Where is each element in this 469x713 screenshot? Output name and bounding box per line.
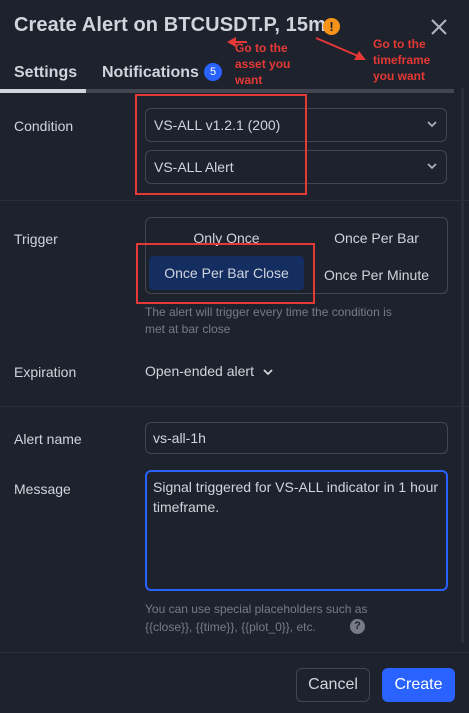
section-divider <box>0 406 469 407</box>
alert-name-input[interactable]: vs-all-1h <box>145 422 448 454</box>
tab-active-indicator <box>0 89 86 93</box>
section-divider <box>0 200 469 201</box>
alert-name-label: Alert name <box>14 431 82 447</box>
annotation-asset-text: Go to the asset you want <box>235 41 291 87</box>
trigger-option-once-per-bar[interactable]: Once Per Bar <box>304 230 449 246</box>
expiration-label: Expiration <box>14 364 77 380</box>
annotation-timeframe-text: Go to the timeframe you want <box>373 37 431 83</box>
trigger-hint-line-1: The alert will trigger every time the co… <box>145 305 392 319</box>
trigger-option-once-per-minute[interactable]: Once Per Minute <box>304 267 449 283</box>
annotation-arrow-timeframe <box>315 37 366 60</box>
chevron-down-icon <box>262 364 274 380</box>
annotation-trigger-box <box>136 243 315 304</box>
annotation-condition-box <box>135 94 307 195</box>
expiration-dropdown[interactable]: Open-ended alert <box>145 363 274 380</box>
condition-label: Condition <box>14 118 74 134</box>
scrollbar[interactable] <box>461 88 464 643</box>
trigger-label: Trigger <box>14 231 58 247</box>
close-icon[interactable] <box>428 16 450 38</box>
help-icon[interactable]: ? <box>350 619 365 634</box>
message-label: Message <box>14 481 71 497</box>
cancel-button[interactable]: Cancel <box>296 668 370 702</box>
notifications-count-badge: 5 <box>204 63 222 81</box>
footer-divider <box>0 652 469 653</box>
chevron-down-icon <box>426 151 438 195</box>
tab-settings[interactable]: Settings <box>14 64 77 82</box>
message-hint-line-1: You can use special placeholders such as <box>145 602 368 616</box>
chevron-down-icon <box>426 109 438 153</box>
message-textarea[interactable]: Signal triggered for VS-ALL indicator in… <box>145 470 448 591</box>
create-button[interactable]: Create <box>382 668 455 702</box>
tab-notifications[interactable]: Notifications <box>102 64 199 82</box>
warning-icon[interactable]: ! <box>323 18 340 35</box>
message-hint-line-2: {{close}}, {{time}}, {{plot_0}}, etc. <box>145 620 316 634</box>
expiration-value: Open-ended alert <box>145 363 254 379</box>
dialog-title: Create Alert on BTCUSDT.P, 15m <box>14 14 326 36</box>
trigger-hint-line-2: met at bar close <box>145 322 231 336</box>
